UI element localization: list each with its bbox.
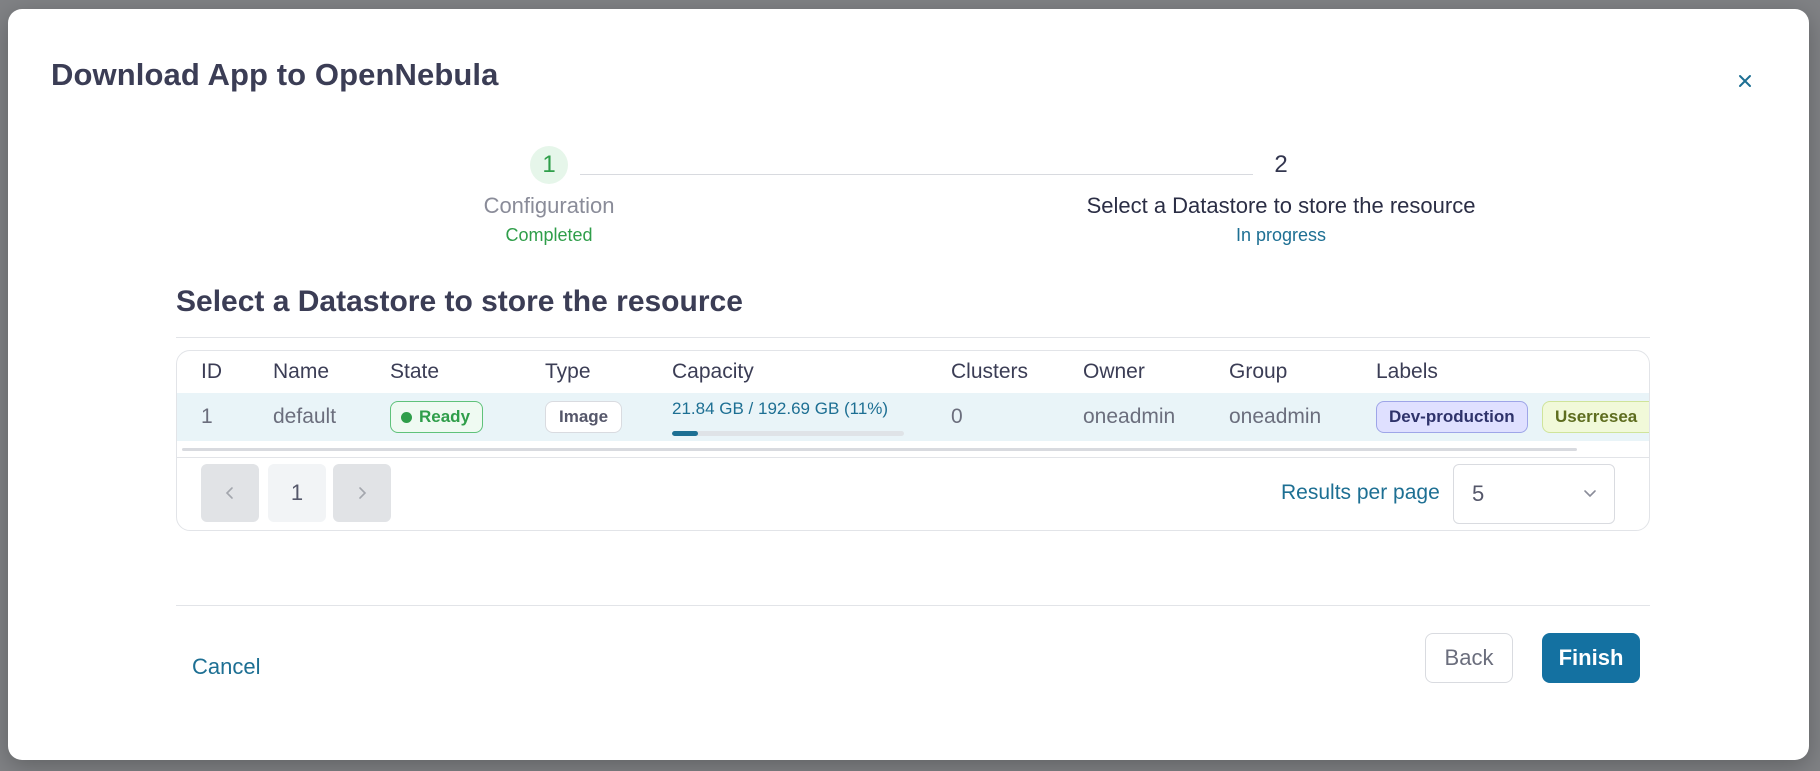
chevron-down-icon	[1584, 490, 1596, 498]
column-header-type[interactable]: Type	[545, 360, 591, 384]
column-header-name[interactable]: Name	[273, 360, 329, 384]
step-select-datastore: 2 Select a Datastore to store the resour…	[1021, 146, 1541, 246]
status-badge: Ready	[390, 401, 484, 433]
next-page-button[interactable]	[333, 464, 391, 522]
step-number: 2	[1274, 151, 1288, 178]
close-button[interactable]	[1728, 64, 1762, 98]
step-title: Select a Datastore to store the resource	[1086, 193, 1476, 218]
section-title: Select a Datastore to store the resource	[176, 285, 743, 318]
column-header-capacity[interactable]: Capacity	[672, 360, 754, 384]
step-status: In progress	[1235, 225, 1327, 245]
column-header-labels[interactable]: Labels	[1376, 360, 1438, 384]
cancel-button[interactable]: Cancel	[192, 654, 260, 680]
section-divider	[176, 337, 1650, 338]
status-dot-icon	[401, 411, 412, 423]
horizontal-scrollbar[interactable]	[182, 448, 1577, 451]
results-per-page-select[interactable]: 5	[1453, 464, 1615, 524]
column-header-owner[interactable]: Owner	[1083, 360, 1145, 384]
step-configuration: 1 Configuration Completed	[404, 146, 694, 246]
cell-owner: oneadmin	[1083, 405, 1176, 428]
page-number-button[interactable]: 1	[268, 464, 326, 522]
footer-divider	[176, 605, 1650, 606]
dialog-title: Download App to OpenNebula	[51, 57, 499, 92]
results-per-page-value: 5	[1472, 481, 1485, 506]
column-header-clusters[interactable]: Clusters	[951, 360, 1028, 384]
step-status: Completed	[505, 225, 593, 245]
cell-name: default	[273, 405, 337, 428]
finish-button[interactable]: Finish	[1542, 633, 1640, 683]
previous-page-button[interactable]	[201, 464, 259, 522]
cell-group: oneadmin	[1229, 405, 1322, 428]
download-app-dialog: Download App to OpenNebula 1 Configurati…	[8, 9, 1809, 760]
chevron-right-icon	[359, 487, 367, 499]
type-badge: Image	[545, 401, 623, 433]
column-header-group[interactable]: Group	[1229, 360, 1287, 384]
back-button[interactable]: Back	[1425, 633, 1513, 683]
capacity-bar-fill	[672, 431, 698, 436]
capacity-text: 21.84 GB / 192.69 GB (11%)	[672, 399, 889, 418]
label-badge: Dev-production	[1376, 401, 1528, 433]
table-header: ID Name State Type Capacity Clusters Own…	[177, 351, 1649, 393]
label-badge: Userresea	[1542, 401, 1649, 433]
status-text: Ready	[419, 407, 471, 426]
column-header-state[interactable]: State	[390, 360, 439, 384]
close-icon	[1739, 75, 1751, 87]
datastore-table: ID Name State Type Capacity Clusters Own…	[176, 350, 1650, 531]
step-number: 1	[530, 146, 568, 184]
capacity-bar	[672, 431, 904, 436]
cell-clusters: 0	[951, 405, 963, 428]
results-per-page-label: Results per page	[1281, 481, 1440, 504]
step-title: Configuration	[483, 193, 615, 218]
table-row[interactable]: 1 default Ready Image 21.84 GB / 192.69 …	[177, 393, 1649, 441]
chevron-left-icon	[225, 487, 233, 499]
table-footer-divider	[177, 457, 1649, 458]
cell-id: 1	[201, 405, 213, 428]
column-header-id[interactable]: ID	[201, 360, 222, 384]
